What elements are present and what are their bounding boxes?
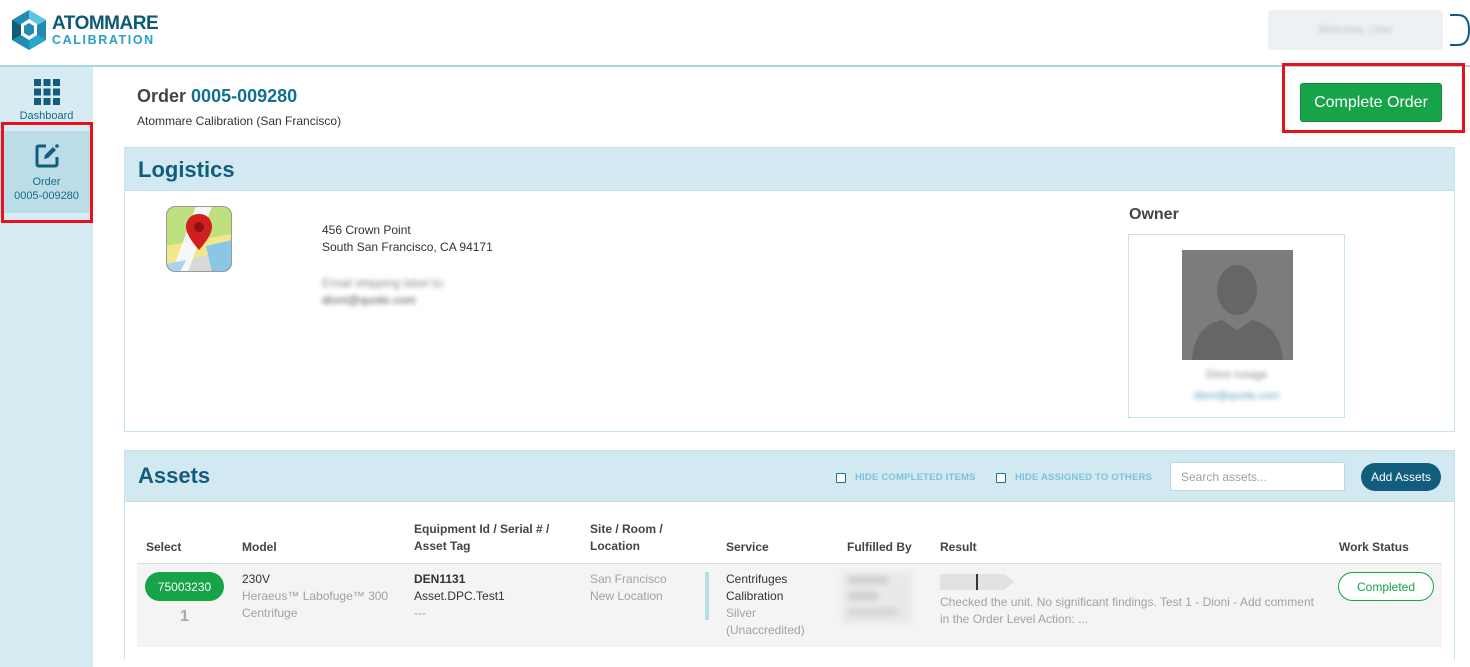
grid-icon xyxy=(33,79,60,105)
hide-assigned-label: HIDE ASSIGNED TO OTHERS xyxy=(1015,472,1153,483)
site-name: San Francisco xyxy=(590,572,667,586)
page-title: Order 0005-009280 xyxy=(137,86,297,107)
col-header-status[interactable]: Work Status xyxy=(1339,539,1409,556)
model-cell: 230V Heraeus™ Labofuge™ 300 Centrifuge xyxy=(242,571,388,622)
equipment-serial: Asset.DPC.Test1 xyxy=(414,589,505,603)
assets-title: Assets xyxy=(138,463,211,488)
hide-completed-checkbox[interactable] xyxy=(836,472,846,483)
service-cell: Centrifuges Calibration Silver (Unaccred… xyxy=(726,571,805,639)
assets-panel: Assets HIDE COMPLETED ITEMS HIDE ASSIGNE… xyxy=(124,450,1455,660)
model-type: Centrifuge xyxy=(242,606,298,620)
email-label-block: Email shipping label to: dioni@quote.com xyxy=(322,275,445,309)
col-header-equipment-line1: Equipment Id / Serial # / xyxy=(414,522,550,536)
service-level: Silver xyxy=(726,606,757,620)
assets-header: Assets HIDE COMPLETED ITEMS HIDE ASSIGNE… xyxy=(125,451,1454,502)
service-indicator-bar xyxy=(705,572,709,620)
service-type: Calibration xyxy=(726,589,784,603)
model-name: Heraeus™ Labofuge™ 300 xyxy=(242,589,389,603)
highlight-box-complete xyxy=(1282,63,1465,133)
owner-card: Dioni Iceage dioni@quote.com xyxy=(1128,234,1345,418)
address-line1: 456 Crown Point xyxy=(322,223,411,237)
table-row[interactable]: 75003230 1 230V Heraeus™ Labofuge™ 300 C… xyxy=(137,564,1442,647)
email-label: Email shipping label to: xyxy=(322,276,446,290)
owner-title: Owner xyxy=(1129,206,1179,223)
map-pin-icon[interactable] xyxy=(166,206,232,272)
hide-assigned-filter[interactable]: HIDE ASSIGNED TO OTHERS xyxy=(996,472,1152,483)
person-silhouette-icon xyxy=(1192,265,1283,360)
site-cell: San Francisco New Location xyxy=(590,571,667,605)
email-value: dioni@quote.com xyxy=(322,293,416,307)
col-header-equipment-line2: Asset Tag xyxy=(414,539,471,553)
owner-name: Dioni Iceage xyxy=(1205,369,1268,381)
row-number: 1 xyxy=(180,608,189,625)
col-header-fulfilled[interactable]: Fulfilled By xyxy=(847,539,912,556)
fulfilled-by-blurred xyxy=(842,572,912,624)
order-subtitle: Atommare Calibration (San Francisco) xyxy=(137,114,342,128)
result-line1: Checked the unit. No significant finding… xyxy=(940,595,1314,609)
order-title-prefix: Order xyxy=(137,86,187,106)
user-label: Welcome, User xyxy=(1318,24,1393,36)
equipment-cell: DEN1131 Asset.DPC.Test1 --- xyxy=(414,571,505,622)
col-header-equipment[interactable]: Equipment Id / Serial # / Asset Tag xyxy=(414,521,549,555)
highlight-box-sidebar xyxy=(1,122,93,223)
col-header-select[interactable]: Select xyxy=(146,539,181,556)
col-header-model[interactable]: Model xyxy=(242,539,277,556)
brand-logo[interactable]: ATOMMARE CALIBRATION xyxy=(10,9,159,51)
user-avatar-icon[interactable] xyxy=(1447,12,1470,48)
user-menu-button[interactable]: Welcome, User xyxy=(1268,10,1443,50)
brand-subtitle: CALIBRATION xyxy=(52,32,155,47)
address-line2: South San Francisco, CA 94171 xyxy=(322,240,493,254)
logistics-panel: Logistics 456 Crown Point South San Fran… xyxy=(124,147,1455,432)
service-accreditation: (Unaccredited) xyxy=(726,623,805,637)
order-number: 0005-009280 xyxy=(191,86,298,106)
service-category: Centrifuges xyxy=(726,572,788,586)
sidebar-dashboard-label: Dashboard xyxy=(19,110,74,122)
result-line2: in the Order Level Action: ... xyxy=(940,612,1089,626)
brand-name: ATOMMARE xyxy=(52,12,159,34)
col-header-site[interactable]: Site / Room / Location xyxy=(590,521,663,555)
add-assets-button[interactable]: Add Assets xyxy=(1361,463,1441,491)
owner-email[interactable]: dioni@quote.com xyxy=(1129,390,1344,402)
search-assets-input[interactable] xyxy=(1170,462,1345,491)
logistics-title: Logistics xyxy=(138,157,235,182)
result-text: Checked the unit. No significant finding… xyxy=(940,594,1330,628)
hide-completed-filter[interactable]: HIDE COMPLETED ITEMS xyxy=(836,472,976,483)
col-header-service[interactable]: Service xyxy=(726,539,769,556)
hide-assigned-checkbox[interactable] xyxy=(996,472,1006,483)
top-bar: ATOMMARE CALIBRATION Welcome, User xyxy=(0,0,1470,67)
model-voltage: 230V xyxy=(242,572,271,586)
result-progress-arrow-icon xyxy=(940,574,1014,590)
hide-completed-label: HIDE COMPLETED ITEMS xyxy=(855,472,976,483)
work-status-badge[interactable]: Completed xyxy=(1338,572,1434,601)
col-header-site-line2: Location xyxy=(590,539,640,553)
equipment-tag: --- xyxy=(414,606,426,620)
equipment-id: DEN1131 xyxy=(414,572,466,586)
site-location: New Location xyxy=(590,589,663,603)
atommare-logo-icon xyxy=(12,10,46,50)
select-asset-button[interactable]: 75003230 xyxy=(145,572,224,601)
address-block: 456 Crown Point South San Francisco, CA … xyxy=(322,222,493,256)
col-header-site-line1: Site / Room / xyxy=(590,522,663,536)
logistics-header: Logistics xyxy=(125,148,1454,191)
owner-avatar xyxy=(1182,250,1293,360)
col-header-result[interactable]: Result xyxy=(940,539,977,556)
sidebar-item-dashboard[interactable]: Dashboard xyxy=(0,77,93,125)
